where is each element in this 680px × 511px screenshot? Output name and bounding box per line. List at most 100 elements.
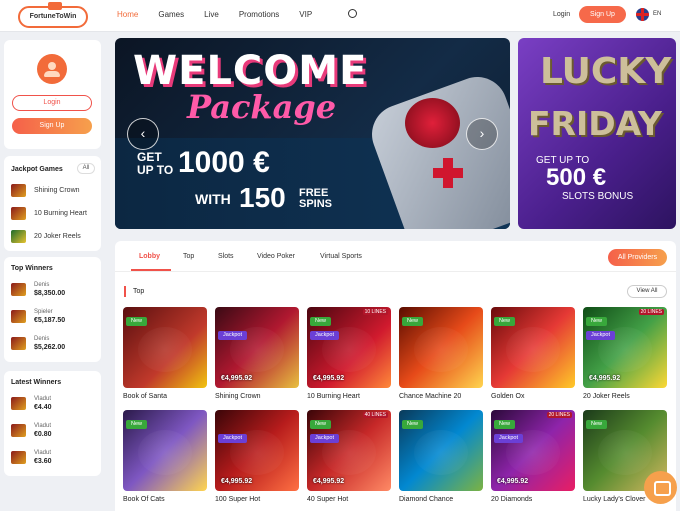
tab-video-poker[interactable]: Video Poker: [257, 253, 295, 260]
header-login-link[interactable]: Login: [553, 11, 570, 18]
view-all-button[interactable]: View All: [627, 285, 667, 298]
uk-flag-icon[interactable]: [636, 8, 649, 21]
game-thumbnail: [11, 207, 26, 220]
winner-amount: €0.80: [34, 431, 52, 438]
carousel-prev-arrow[interactable]: ‹: [127, 118, 159, 150]
site-logo[interactable]: FortuneToWin: [18, 2, 88, 28]
top-winners-title: Top Winners: [11, 265, 53, 272]
game-artwork: [138, 327, 192, 372]
jackpot-game-item[interactable]: 10 Burning Heart: [11, 207, 87, 220]
nav-vip[interactable]: VIP: [299, 10, 312, 19]
game-thumbnail: [11, 230, 26, 243]
winner-name: Vladut: [34, 396, 52, 402]
game-card[interactable]: New Jackpot 40 LINES €4,995.92: [307, 410, 391, 491]
dpad-icon: [433, 158, 463, 188]
winner-amount: $5,262.00: [34, 344, 66, 351]
game-thumbnail: [11, 337, 26, 350]
winner-item: Denis $5,262.00: [11, 335, 65, 352]
jackpot-badge: Jackpot: [586, 331, 615, 340]
game-name[interactable]: 40 Super Hot: [307, 496, 348, 503]
game-name[interactable]: Diamond Chance: [399, 496, 453, 503]
game-card[interactable]: New: [123, 410, 207, 491]
new-badge: New: [586, 420, 607, 429]
banner2-line1: LUCKY: [540, 51, 672, 92]
tab-top[interactable]: Top: [183, 253, 194, 260]
jackpot-amount: €4,995.92: [221, 478, 253, 485]
lines-badge: 40 LINES: [362, 412, 388, 418]
game-card[interactable]: New: [399, 410, 483, 491]
lines-badge: 20 LINES: [638, 309, 664, 315]
jackpot-amount: €4,995.92: [497, 478, 529, 485]
lucky-friday-banner[interactable]: LUCKY FRIDAY GET UP TO 500 € SLOTS BONUS: [518, 38, 676, 229]
avatar-icon: [37, 54, 67, 84]
nav-live[interactable]: Live: [204, 10, 219, 19]
sidebar-signup-button[interactable]: Sign Up: [12, 118, 92, 134]
banner2-amount: 500 €: [546, 164, 607, 191]
jackpot-game-name: 20 Joker Reels: [34, 233, 81, 240]
new-badge: New: [310, 420, 331, 429]
game-card[interactable]: New Jackpot 20 LINES €4,995.92: [491, 410, 575, 491]
game-thumbnail: [11, 424, 26, 437]
jackpot-all-button[interactable]: All: [77, 163, 95, 174]
nav-home[interactable]: Home: [117, 10, 138, 19]
joystick-illustration: [405, 98, 460, 148]
jackpot-amount: €4,995.92: [221, 375, 253, 382]
new-badge: New: [310, 317, 331, 326]
lines-badge: 20 LINES: [546, 412, 572, 418]
game-name[interactable]: 20 Diamonds: [491, 496, 532, 503]
carousel-next-arrow[interactable]: ›: [466, 118, 498, 150]
game-artwork: [414, 327, 468, 372]
jackpot-badge: Jackpot: [310, 434, 339, 443]
tab-slots[interactable]: Slots: [218, 253, 234, 260]
nav-promotions[interactable]: Promotions: [239, 10, 279, 19]
banner-amount: 1000 €: [178, 146, 270, 179]
jackpot-game-name: 10 Burning Heart: [34, 210, 87, 217]
game-name[interactable]: 100 Super Hot: [215, 496, 260, 503]
game-card[interactable]: New Jackpot 20 LINES €4,995.92: [583, 307, 667, 388]
game-name[interactable]: 20 Joker Reels: [583, 393, 630, 400]
winner-item: Denis $8,350.00: [11, 281, 65, 298]
winner-name: Denis: [34, 336, 50, 342]
winner-amount: €4.40: [34, 404, 52, 411]
game-card[interactable]: New: [491, 307, 575, 388]
jackpot-game-item[interactable]: 20 Joker Reels: [11, 230, 81, 243]
jackpot-badge: Jackpot: [218, 434, 247, 443]
welcome-banner[interactable]: WELCOME Package GET UP TO 1000 € WITH 15…: [115, 38, 510, 229]
jackpot-amount: €4,995.92: [313, 375, 345, 382]
game-artwork: [138, 430, 192, 475]
game-card[interactable]: Jackpot €4,995.92: [215, 410, 299, 491]
game-name[interactable]: Golden Ox: [491, 393, 524, 400]
banner2-line2: FRIDAY: [528, 104, 662, 143]
game-name[interactable]: Lucky Lady's Clover: [583, 496, 645, 503]
game-name[interactable]: Book Of Cats: [123, 496, 165, 503]
all-providers-button[interactable]: All Providers: [608, 249, 667, 266]
chat-icon[interactable]: [644, 471, 677, 504]
new-badge: New: [402, 317, 423, 326]
game-name[interactable]: Chance Machine 20: [399, 393, 461, 400]
section-marker: [124, 286, 126, 297]
new-badge: New: [494, 317, 515, 326]
lines-badge: 10 LINES: [362, 309, 388, 315]
game-thumbnail: [11, 310, 26, 323]
tab-divider: [115, 271, 676, 272]
tab-virtual-sports[interactable]: Virtual Sports: [320, 253, 362, 260]
main-nav: Home Games Live Promotions VIP: [117, 10, 332, 19]
game-card[interactable]: New Jackpot 10 LINES €4,995.92: [307, 307, 391, 388]
tab-lobby[interactable]: Lobby: [139, 253, 160, 260]
jackpot-game-item[interactable]: Shining Crown: [11, 184, 80, 197]
nav-games[interactable]: Games: [158, 10, 184, 19]
header-signup-button[interactable]: Sign Up: [579, 6, 626, 23]
game-artwork: [506, 327, 560, 372]
game-name[interactable]: Shining Crown: [215, 393, 261, 400]
game-card[interactable]: New: [399, 307, 483, 388]
banner-with: WITH: [195, 191, 231, 207]
language-selector[interactable]: EN: [653, 11, 661, 17]
game-card[interactable]: Jackpot €4,995.92: [215, 307, 299, 388]
banner-subtitle: Package: [187, 88, 337, 126]
new-badge: New: [494, 420, 515, 429]
game-card[interactable]: New: [123, 307, 207, 388]
game-name[interactable]: Book of Santa: [123, 393, 167, 400]
game-name[interactable]: 10 Burning Heart: [307, 393, 360, 400]
search-icon[interactable]: [348, 9, 357, 18]
sidebar-login-button[interactable]: Login: [12, 95, 92, 111]
